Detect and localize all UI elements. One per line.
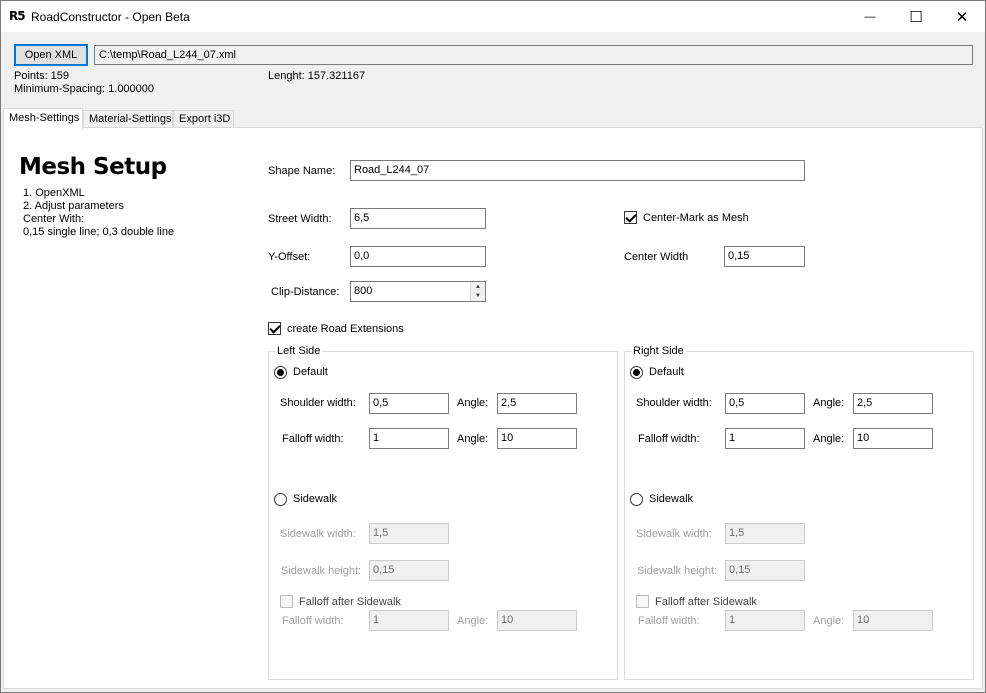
left-sidewalk-width-label: Sidewalk width:	[280, 528, 356, 540]
page-title: Mesh Setup	[19, 154, 167, 180]
shape-name-input[interactable]: Road_L244_07	[350, 160, 805, 181]
clip-distance-input[interactable]: 800	[350, 281, 486, 302]
right-falloff-width-input[interactable]: 1	[725, 428, 805, 449]
center-width-input[interactable]: 0,15	[724, 246, 805, 267]
right-sidewalk-width-label: Sidewalk width:	[636, 528, 712, 540]
right-falloff-angle-label: Angle:	[813, 433, 845, 445]
instruction-line: Center With:	[23, 213, 85, 225]
left-sidewalk-width-input[interactable]: 1,5	[369, 523, 449, 544]
left-falloff-after-checkbox[interactable]	[280, 595, 293, 608]
center-width-label: Center Width	[624, 251, 689, 263]
open-xml-button[interactable]: Open XML	[14, 44, 88, 66]
right-falloff-after-label: Falloff after Sidewalk	[655, 596, 757, 608]
points-count: Points: 159	[14, 70, 70, 82]
instruction-line: 1. OpenXML	[23, 187, 85, 199]
right-sw-falloff-angle-label: Angle:	[813, 615, 845, 627]
road-extensions-checkbox[interactable]	[268, 322, 281, 335]
road-extensions-label: create Road Extensions	[287, 323, 404, 335]
chevron-up-icon: ▲	[475, 283, 481, 290]
tab-mesh-settings[interactable]: Mesh-Settings	[3, 108, 83, 129]
instruction-line: 0,15 single line; 0,3 double line	[23, 226, 175, 238]
right-sidewalk-height-label: Sidewalk height:	[637, 565, 718, 577]
right-sidewalk-height-input[interactable]: 0,15	[725, 560, 805, 581]
y-offset-input[interactable]: 0,0	[350, 246, 486, 267]
right-default-label: Default	[649, 366, 684, 378]
right-sw-falloff-width-label: Falloff width:	[638, 615, 700, 627]
left-sw-falloff-width-label: Falloff width:	[282, 615, 344, 627]
right-sidewalk-label: Sidewalk	[649, 493, 694, 505]
left-falloff-after-label: Falloff after Sidewalk	[299, 596, 401, 608]
app-window: R5 RoadConstructor - Open Beta — ☐ ✕ Ope…	[0, 0, 986, 693]
left-falloff-angle-label: Angle:	[457, 433, 489, 445]
left-default-radio[interactable]	[274, 366, 287, 379]
right-shoulder-width-label: Shoulder width:	[636, 397, 712, 409]
left-sidewalk-radio[interactable]	[274, 493, 287, 506]
road-length: Lenght: 157.321167	[268, 70, 366, 82]
right-default-radio[interactable]	[630, 366, 643, 379]
center-mark-label: Center-Mark as Mesh	[643, 212, 749, 224]
left-sidewalk-height-label: Sidewalk height:	[281, 565, 362, 577]
street-width-label: Street Width:	[268, 213, 332, 225]
shape-name-label: Shape Name:	[268, 165, 336, 177]
left-sidewalk-height-input[interactable]: 0,15	[369, 560, 449, 581]
left-sw-falloff-angle-label: Angle:	[457, 615, 489, 627]
y-offset-label: Y-Offset:	[268, 251, 311, 263]
right-falloff-angle-input[interactable]: 10	[853, 428, 933, 449]
right-shoulder-angle-label: Angle:	[813, 397, 845, 409]
right-shoulder-angle-input[interactable]: 2,5	[853, 393, 933, 414]
left-falloff-width-input[interactable]: 1	[369, 428, 449, 449]
left-sidewalk-label: Sidewalk	[293, 493, 338, 505]
close-icon: ✕	[955, 8, 969, 26]
left-default-label: Default	[293, 366, 328, 378]
clip-distance-label: Clip-Distance:	[271, 286, 340, 298]
street-width-input[interactable]: 6,5	[350, 208, 486, 229]
right-side-title: Right Side	[631, 345, 686, 358]
tab-material-settings[interactable]: Material-Settings	[83, 110, 173, 128]
close-button[interactable]: ✕	[939, 1, 985, 32]
right-sw-falloff-angle-input[interactable]: 10	[853, 610, 933, 631]
left-shoulder-width-label: Shoulder width:	[280, 397, 356, 409]
maximize-icon: ☐	[909, 8, 923, 26]
clip-distance-spinner: ▲ ▼	[470, 282, 485, 301]
right-sidewalk-radio[interactable]	[630, 493, 643, 506]
spin-down-button[interactable]: ▼	[471, 291, 485, 300]
right-shoulder-width-input[interactable]: 0,5	[725, 393, 805, 414]
window-title: RoadConstructor - Open Beta	[31, 10, 190, 24]
instruction-line: 2. Adjust parameters	[23, 200, 124, 212]
left-shoulder-width-input[interactable]: 0,5	[369, 393, 449, 414]
tab-export-i3d[interactable]: Export i3D	[173, 110, 234, 128]
app-logo: R5	[9, 9, 26, 23]
right-falloff-after-checkbox[interactable]	[636, 595, 649, 608]
left-sw-falloff-angle-input[interactable]: 10	[497, 610, 577, 631]
right-sw-falloff-width-input[interactable]: 1	[725, 610, 805, 631]
file-path-field[interactable]: C:\temp\Road_L244_07.xml	[94, 45, 973, 65]
right-sidewalk-width-input[interactable]: 1,5	[725, 523, 805, 544]
title-bar: R5 RoadConstructor - Open Beta — ☐ ✕	[1, 1, 985, 32]
spin-up-button[interactable]: ▲	[471, 282, 485, 291]
left-sw-falloff-width-input[interactable]: 1	[369, 610, 449, 631]
minimize-icon: —	[864, 10, 876, 23]
left-falloff-width-label: Falloff width:	[282, 433, 344, 445]
right-falloff-width-label: Falloff width:	[638, 433, 700, 445]
center-mark-checkbox[interactable]	[624, 211, 637, 224]
minimize-button[interactable]: —	[847, 1, 893, 32]
left-falloff-angle-input[interactable]: 10	[497, 428, 577, 449]
left-side-title: Left Side	[275, 345, 323, 358]
chevron-down-icon: ▼	[475, 292, 481, 299]
left-shoulder-angle-input[interactable]: 2,5	[497, 393, 577, 414]
left-shoulder-angle-label: Angle:	[457, 397, 489, 409]
clip-distance-value: 800	[354, 285, 373, 297]
maximize-button[interactable]: ☐	[893, 1, 939, 32]
minimum-spacing: Minimum-Spacing: 1.000000	[14, 83, 155, 95]
